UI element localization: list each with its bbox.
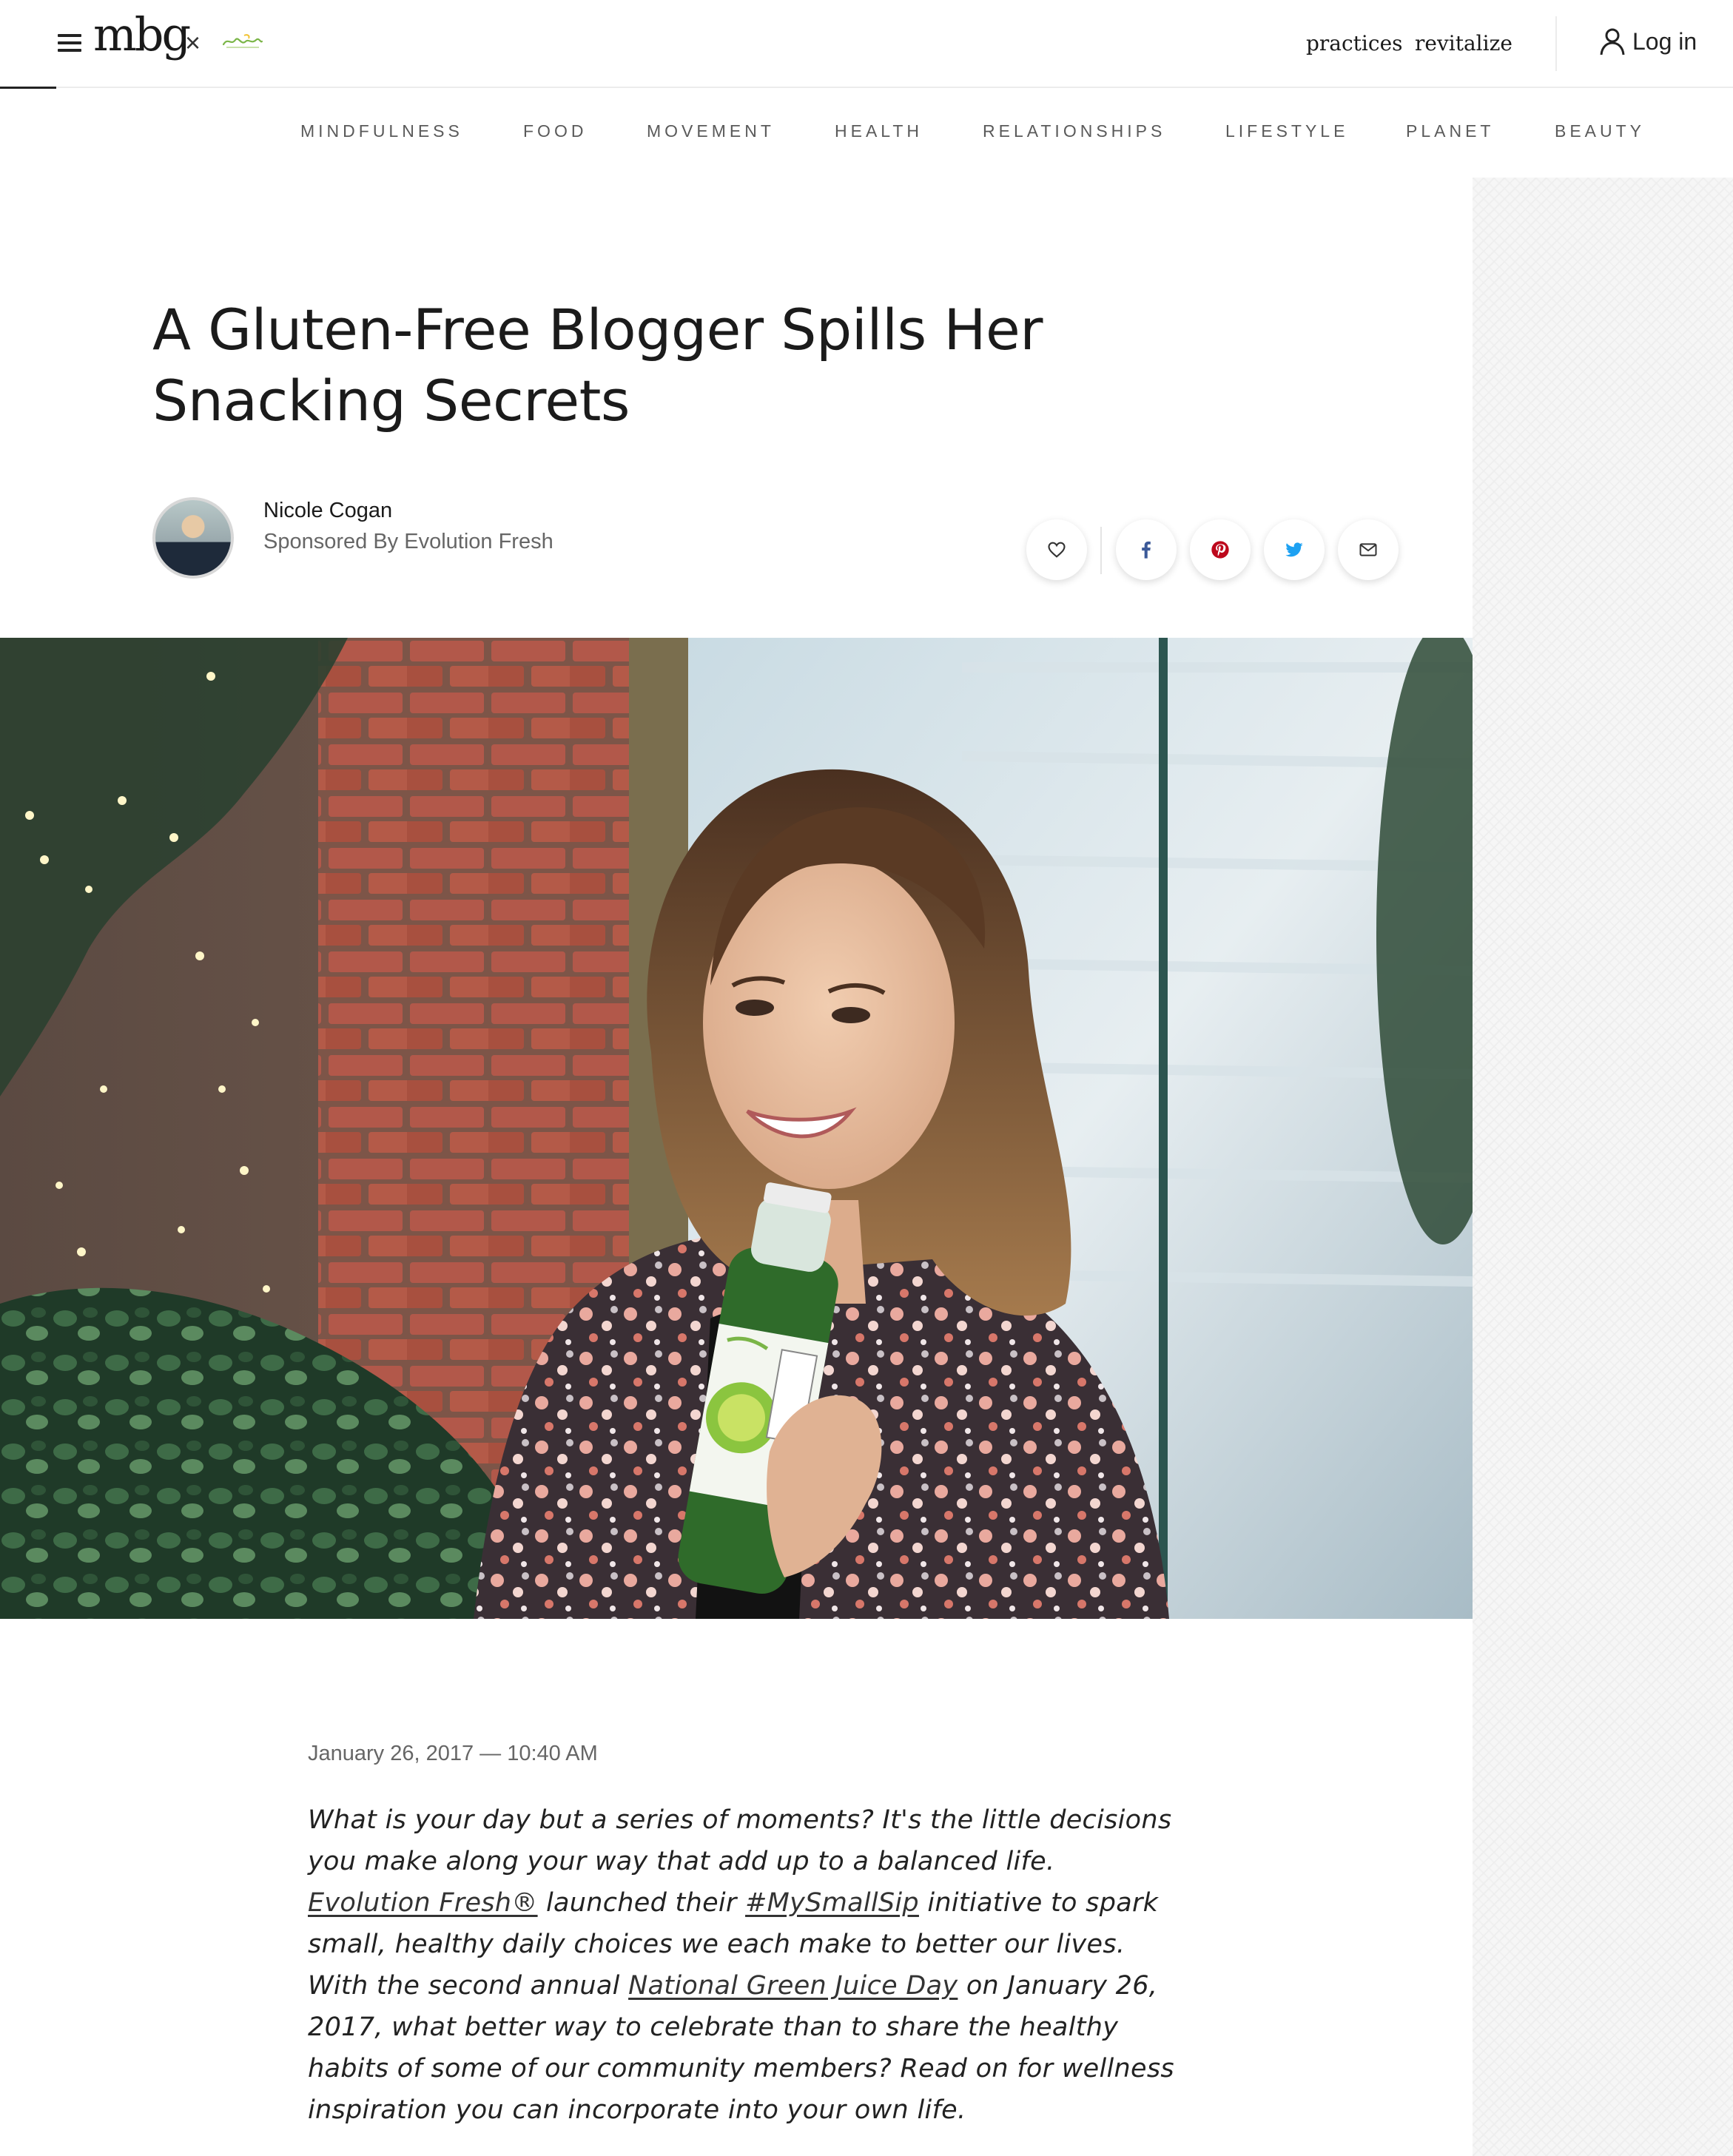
pinterest-share-button[interactable] [1190,519,1251,580]
user-icon [1600,28,1625,55]
header-divider [1555,16,1557,71]
category-relationships[interactable]: RELATIONSHIPS [983,121,1165,141]
category-mindfulness[interactable]: MINDFULNESS [300,121,463,141]
nav-revitalize[interactable]: revitalize [1415,31,1512,55]
nav-practices[interactable]: practices [1306,31,1403,55]
intro-text: launched their [537,1888,746,1918]
evolution-fresh-logo[interactable] [222,33,263,50]
site-logo[interactable]: mbg [93,12,191,58]
email-icon [1359,543,1377,556]
author-name[interactable]: Nicole Cogan [263,499,392,523]
login-label: Log in [1632,27,1697,55]
category-lifestyle[interactable]: LIFESTYLE [1225,121,1348,141]
facebook-share-button[interactable] [1116,519,1177,580]
site-header: mbg × practices revitalize Log in [0,0,1733,89]
twitter-share-button[interactable] [1264,519,1325,580]
intro-text: What is your day but a series of moments… [308,1805,1172,1876]
save-button[interactable] [1026,519,1087,580]
publish-date: January 26, 2017 — 10:40 AM [308,1742,598,1765]
author-avatar[interactable] [152,497,234,579]
evolution-fresh-link[interactable]: Evolution Fresh® [308,1888,538,1918]
category-nav: MINDFULNESS FOOD MOVEMENT HEALTH RELATIO… [0,121,1733,144]
hero-image [0,638,1473,1619]
email-share-button[interactable] [1338,519,1399,580]
login-button[interactable]: Log in [1598,27,1697,56]
article-title: A Gluten-Free Blogger Spills Her Snackin… [152,297,1043,434]
category-planet[interactable]: PLANET [1406,121,1494,141]
national-green-juice-day-link[interactable]: National Green Juice Day [628,1971,958,2001]
menu-icon[interactable] [58,34,81,52]
article-intro: What is your day but a series of moments… [308,1799,1185,2131]
category-health[interactable]: HEALTH [835,121,923,141]
category-beauty[interactable]: BEAUTY [1555,121,1645,141]
share-divider [1100,527,1102,574]
sponsor-label: Sponsored By Evolution Fresh [263,530,553,553]
reading-progress-bar [0,87,56,89]
heart-icon [1048,542,1066,558]
partner-separator: × [185,27,201,58]
right-rail-ad-area [1473,178,1733,2156]
category-movement[interactable]: MOVEMENT [647,121,775,141]
category-food[interactable]: FOOD [523,121,587,141]
pinterest-icon [1211,541,1229,559]
twitter-icon [1285,542,1303,557]
facebook-icon [1142,541,1151,559]
mysmallsip-link[interactable]: #MySmallSip [745,1888,919,1918]
